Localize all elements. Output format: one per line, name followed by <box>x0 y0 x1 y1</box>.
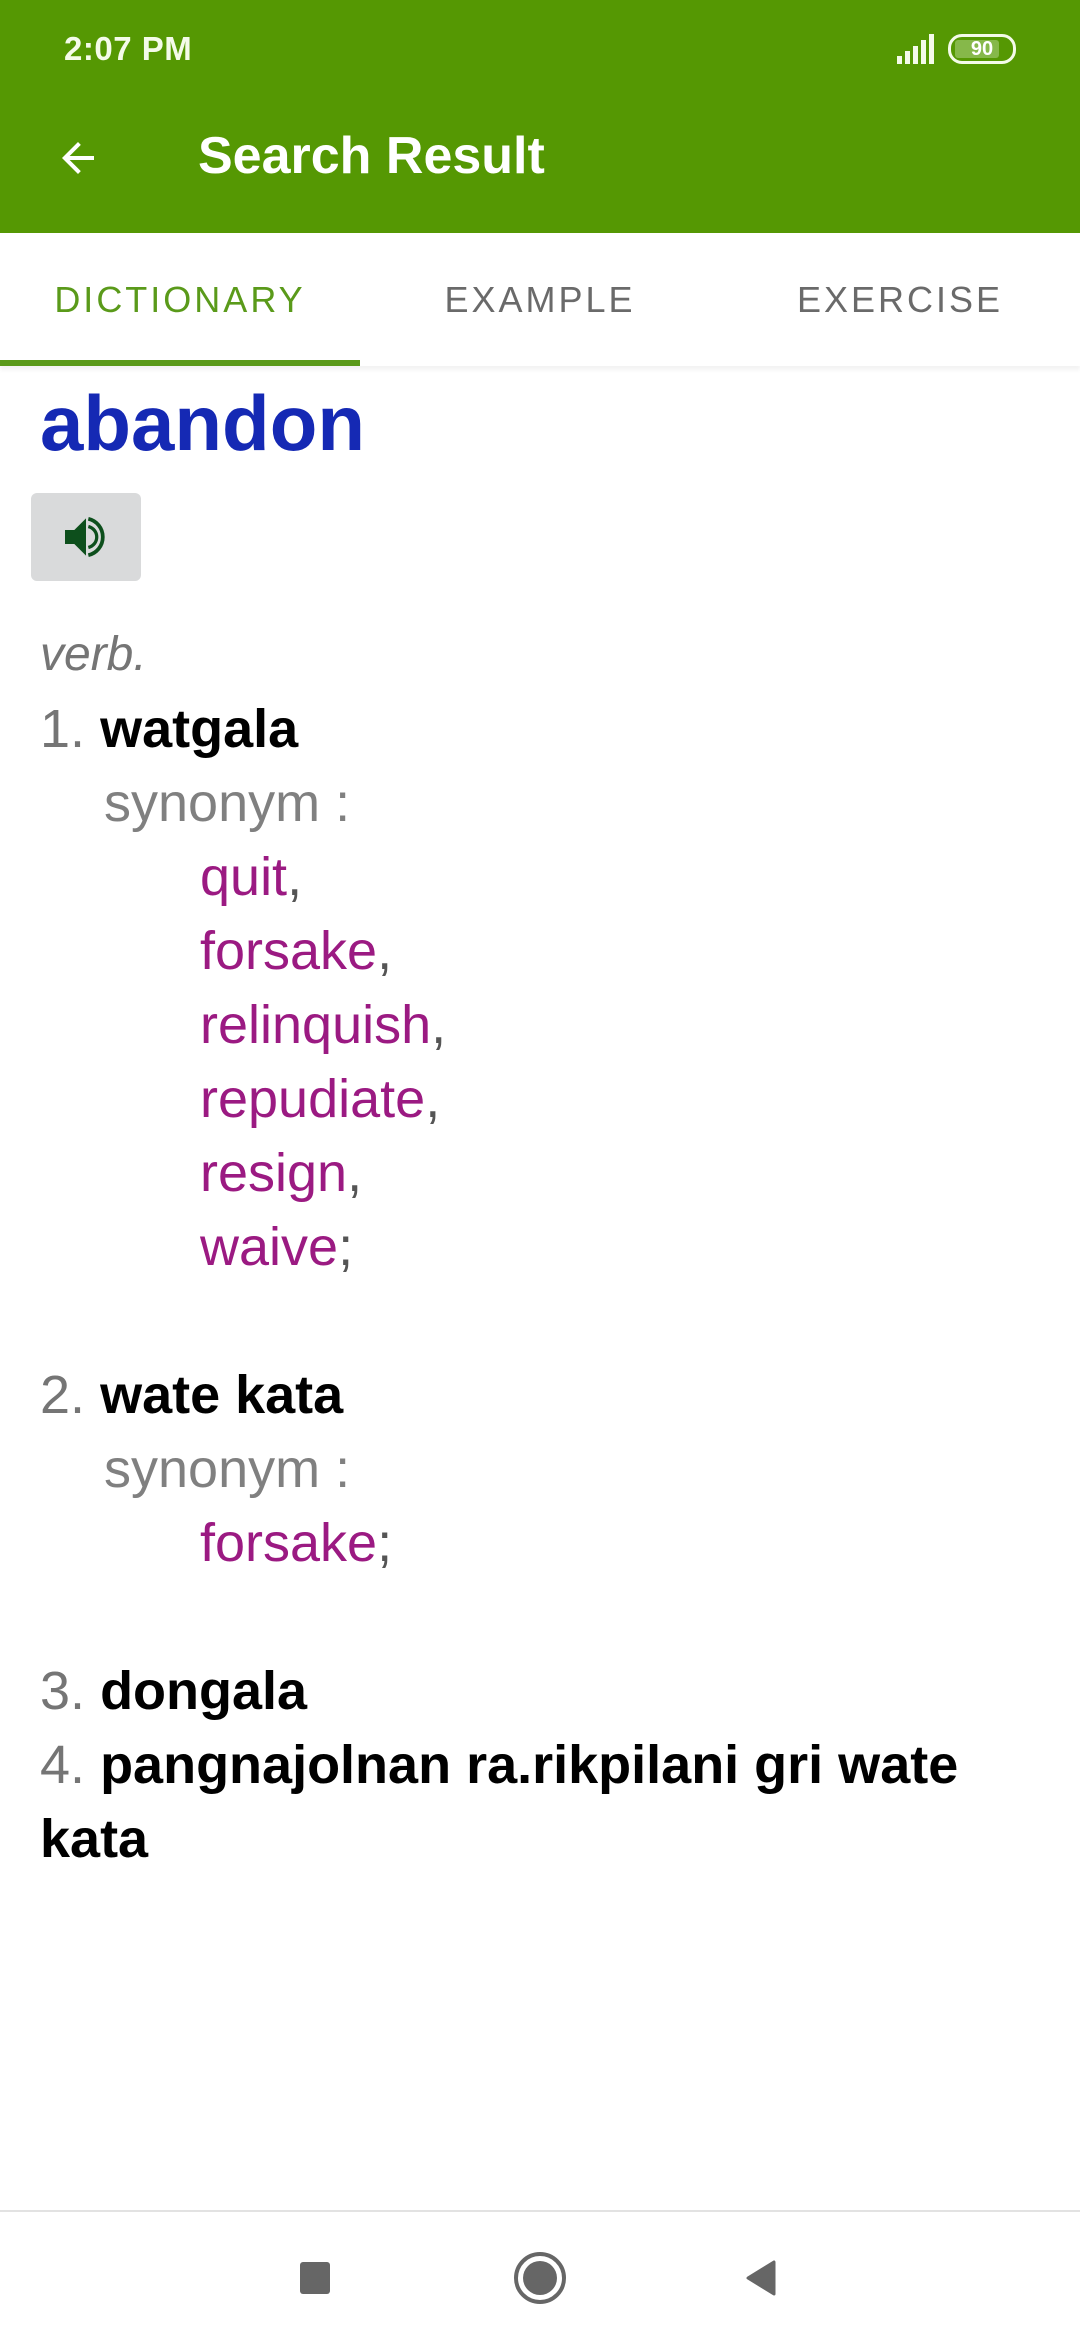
synonym-item: forsake, <box>40 914 1040 988</box>
sense-number: 2. <box>40 1365 86 1425</box>
synonym-word[interactable]: relinquish <box>200 995 431 1055</box>
sense-4: 4. pangnajolnan ra.rikpilani gri wate ka… <box>40 1728 1040 1876</box>
tab-example[interactable]: EXAMPLE <box>360 233 720 366</box>
battery-icon: 90 <box>948 34 1016 64</box>
battery-level: 90 <box>970 37 994 60</box>
synonym-word[interactable]: forsake <box>200 1513 377 1573</box>
synonym-item: relinquish, <box>40 988 1040 1062</box>
tab-bar: DICTIONARY EXAMPLE EXERCISE <box>0 233 1080 366</box>
status-time: 2:07 PM <box>64 30 193 67</box>
recents-button[interactable] <box>285 2248 345 2308</box>
sense-definition: watgala <box>100 699 299 759</box>
synonym-punct: , <box>431 995 447 1055</box>
tab-indicator <box>0 360 360 366</box>
synonym-punct: , <box>347 1143 363 1203</box>
synonym-word[interactable]: repudiate <box>200 1069 425 1129</box>
tab-exercise[interactable]: EXERCISE <box>720 233 1080 366</box>
speaker-icon <box>65 516 105 558</box>
synonym-item: forsake; <box>40 1506 1040 1580</box>
sense-definition: dongala <box>100 1661 308 1721</box>
synonym-word[interactable]: forsake <box>200 921 377 981</box>
signal-icon <box>897 34 934 64</box>
back-nav-button[interactable] <box>730 2248 790 2308</box>
sense-number: 3. <box>40 1661 86 1721</box>
sense-number: 4. <box>40 1735 86 1795</box>
home-button[interactable] <box>510 2248 570 2308</box>
status-icons: 90 <box>897 34 1016 64</box>
recents-square-icon <box>300 2262 330 2294</box>
synonym-label: synonym : <box>104 773 351 833</box>
synonym-item: resign, <box>40 1136 1040 1210</box>
synonym-word[interactable]: quit <box>200 847 287 907</box>
synonym-item: waive; <box>40 1210 1040 1284</box>
sense-2: 2. wate kata <box>40 1358 1040 1432</box>
headword: abandon <box>40 379 365 467</box>
synonym-label: synonym : <box>104 1439 351 1499</box>
synonym-word[interactable]: resign <box>200 1143 347 1203</box>
system-nav-bar <box>0 2210 1080 2342</box>
home-circle-icon <box>514 2252 566 2304</box>
synonym-punct: ; <box>377 1513 393 1573</box>
back-button[interactable] <box>50 130 106 186</box>
sense-3: 3. dongala <box>40 1654 1040 1728</box>
synonym-item: repudiate, <box>40 1062 1040 1136</box>
part-of-speech: verb. <box>40 628 147 681</box>
back-triangle-icon <box>746 2260 776 2296</box>
sense-definition: wate kata <box>100 1365 344 1425</box>
tab-dictionary[interactable]: DICTIONARY <box>0 233 360 366</box>
synonym-item: quit, <box>40 840 1040 914</box>
app-bar: 2:07 PM 90 Search Result <box>0 0 1080 233</box>
pronounce-button[interactable] <box>31 493 141 581</box>
synonym-punct: , <box>377 921 393 981</box>
sense-number: 1. <box>40 699 86 759</box>
synonym-word[interactable]: waive <box>200 1217 338 1277</box>
synonym-punct: , <box>425 1069 441 1129</box>
synonym-punct: , <box>287 847 303 907</box>
sense-definition: pangnajolnan ra.rikpilani gri wate kata <box>40 1735 959 1869</box>
page-title: Search Result <box>198 127 545 185</box>
sense-1: 1. watgala <box>40 692 1040 766</box>
definition-content: verb. 1. watgala synonym : quit, forsake… <box>40 618 1040 1876</box>
synonym-punct: ; <box>338 1217 354 1277</box>
arrow-back-icon <box>62 142 94 174</box>
